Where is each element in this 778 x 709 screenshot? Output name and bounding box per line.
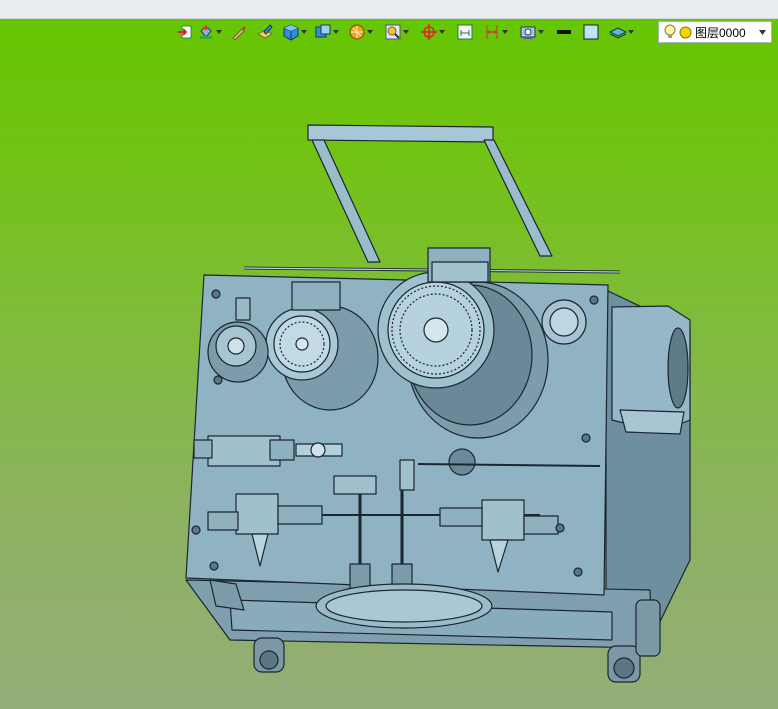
chevron-down-icon[interactable] — [402, 23, 409, 41]
view-orient-icon — [315, 24, 331, 38]
dimension-icon — [486, 25, 498, 39]
layer-name: 图层0000 — [695, 25, 746, 40]
brush-icon — [232, 26, 246, 41]
import-icon — [178, 25, 192, 39]
3d-viewport[interactable]: 图层0000 — [0, 0, 778, 709]
pan-crosshair-icon — [421, 24, 437, 40]
pencil-box-icon — [256, 24, 274, 39]
measure-button[interactable] — [456, 21, 474, 43]
handle-left-leg — [311, 139, 381, 263]
paint-bucket-button[interactable] — [197, 21, 222, 43]
view-toolbar — [176, 20, 637, 44]
chevron-down-icon[interactable] — [438, 23, 445, 41]
pencil-box-button[interactable] — [256, 21, 274, 43]
hydraulic-unit-model[interactable] — [0, 0, 778, 709]
shaded-cube-icon — [283, 24, 299, 41]
view-orient-button[interactable] — [314, 21, 339, 43]
layer-state-icon — [679, 26, 692, 38]
layer-visibility-icon — [609, 27, 627, 39]
import-button[interactable] — [176, 21, 194, 43]
render-settings-button[interactable] — [519, 21, 544, 43]
render-settings-icon — [520, 26, 536, 39]
chevron-down-icon[interactable] — [300, 23, 307, 41]
section-view-button[interactable] — [348, 21, 373, 43]
handle-top-bar — [307, 124, 494, 143]
section-view-icon — [349, 24, 365, 40]
lightbulb-icon — [664, 24, 676, 38]
zoom-fit-button[interactable] — [384, 21, 409, 43]
layer-dropdown[interactable]: 图层0000 — [658, 21, 772, 43]
zoom-fit-icon — [385, 24, 401, 40]
pan-crosshair-button[interactable] — [420, 21, 445, 43]
layer-visibility-button[interactable] — [609, 21, 634, 43]
line-weight-icon — [557, 30, 571, 34]
chevron-down-icon[interactable] — [215, 23, 222, 41]
filler-cap — [541, 299, 587, 345]
fill-color-icon — [583, 24, 599, 40]
chevron-down-icon[interactable] — [501, 23, 508, 41]
chevron-down-icon[interactable] — [537, 23, 544, 41]
chevron-down-icon[interactable] — [332, 23, 339, 41]
handle-right-leg — [483, 139, 553, 257]
chevron-down-icon[interactable] — [627, 23, 634, 41]
fill-color-button[interactable] — [582, 21, 600, 43]
measure-icon — [457, 24, 473, 40]
chevron-down-icon[interactable] — [759, 30, 766, 35]
dimension-button[interactable] — [483, 21, 508, 43]
line-weight-button[interactable] — [555, 21, 573, 43]
brush-button[interactable] — [230, 21, 248, 43]
shaded-cube-button[interactable] — [282, 21, 307, 43]
chevron-down-icon[interactable] — [366, 23, 373, 41]
paint-bucket-icon — [200, 25, 212, 39]
